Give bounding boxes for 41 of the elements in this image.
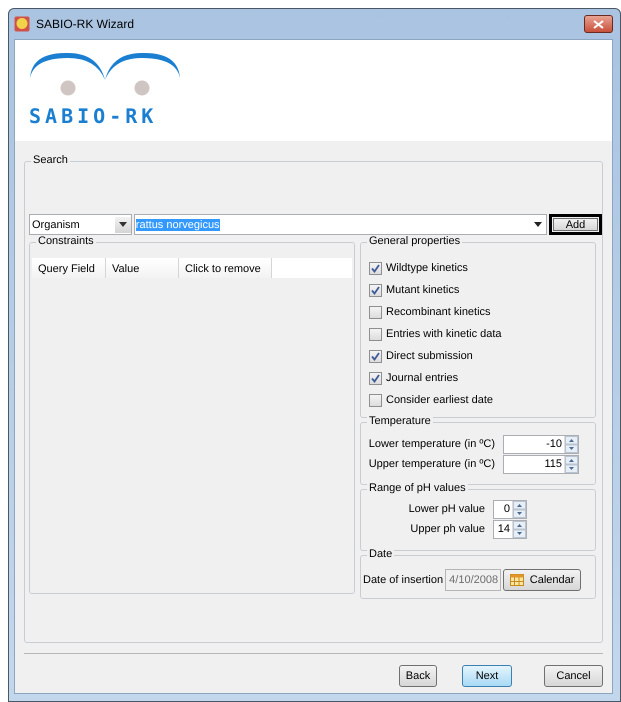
checkbox[interactable] [369, 350, 382, 362]
app-icon [14, 16, 30, 32]
checkbox-label: Mutant kinetics [386, 284, 460, 296]
checkbox-label: Entries with kinetic data [386, 328, 502, 340]
checkbox[interactable] [369, 284, 382, 296]
group-title: General properties [369, 235, 460, 247]
group-title: Temperature [369, 415, 431, 427]
group-title: Constraints [38, 235, 94, 247]
column-header[interactable]: Query Field [32, 258, 106, 278]
logo-text: SABIO-RK [29, 106, 158, 126]
window-title: SABIO-RK Wizard [36, 17, 136, 31]
calendar-icon [510, 574, 524, 586]
field-label: Upper temperature (in ºC) [368, 458, 495, 470]
caret-icon [118, 222, 127, 227]
checkbox[interactable] [369, 372, 382, 384]
field-label: Lower pH value [408, 503, 485, 515]
checkbox-label: Wildtype kinetics [386, 262, 468, 274]
group-title: Range of pH values [369, 482, 466, 494]
field-label: Upper ph value [410, 523, 485, 535]
checkbox[interactable] [369, 328, 382, 340]
close-icon [593, 20, 604, 28]
column-header[interactable]: Click to remove [179, 258, 272, 278]
wizard-button[interactable]: Back [399, 665, 437, 687]
add-button[interactable]: Add [553, 218, 598, 231]
checkbox-label: Recombinant kinetics [386, 306, 491, 318]
date-label: Date of insertion [363, 574, 444, 586]
checkbox-label: Consider earliest date [386, 394, 494, 406]
field-type-dropdown[interactable]: Organism [29, 214, 132, 235]
group-title: Search [33, 154, 68, 166]
field-label: Lower temperature (in ºC) [368, 438, 495, 450]
caret-icon [534, 222, 542, 227]
checkbox-label: Journal entries [386, 372, 458, 384]
checkbox-label: Direct submission [386, 350, 473, 362]
wizard-button[interactable]: Next [462, 665, 512, 687]
column-header[interactable]: Value [106, 258, 179, 278]
group-title: Date [369, 548, 392, 560]
checkbox[interactable] [369, 394, 382, 406]
checkbox[interactable] [369, 262, 382, 274]
checkbox[interactable] [369, 306, 382, 318]
close-button[interactable] [584, 15, 613, 33]
wizard-button[interactable]: Cancel [544, 665, 603, 687]
